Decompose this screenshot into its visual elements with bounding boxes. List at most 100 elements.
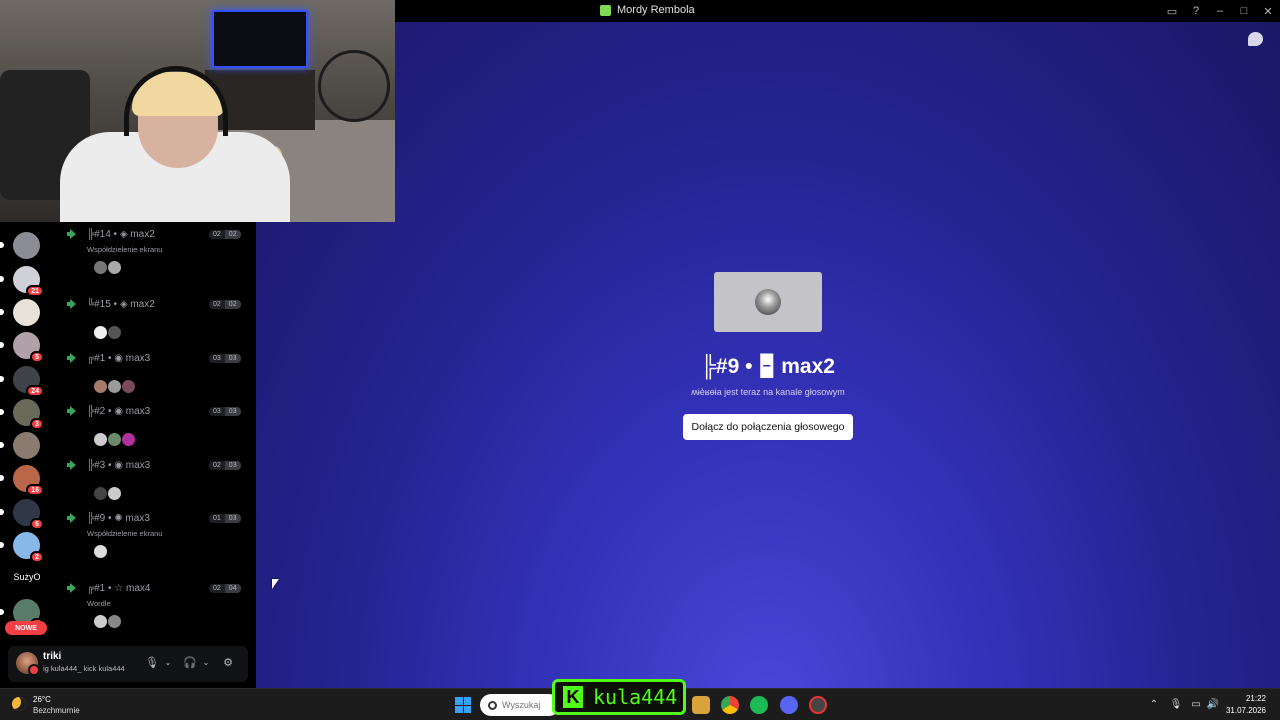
user-avatar[interactable] (93, 432, 108, 447)
server-icon[interactable]: 2 (0, 532, 44, 563)
voice-channel-row[interactable]: ╠#14 • ◈ max2 02 02 (52, 226, 256, 242)
help-icon[interactable]: ? (1184, 0, 1208, 22)
obs-icon[interactable] (809, 696, 827, 714)
audio-options-chevron-icon[interactable]: ⌄ (199, 655, 213, 669)
chat-bubble-icon[interactable] (1248, 32, 1263, 46)
speaker-icon (67, 513, 78, 523)
server-text-icon[interactable]: SużyO (6, 572, 48, 582)
user-avatar[interactable] (93, 378, 108, 394)
mention-badge: 6 (30, 518, 44, 530)
user-count: 01 03 (209, 514, 241, 523)
user-count-current: 02 (209, 584, 225, 593)
voice-channel-row[interactable]: ╠#9 • ✺ max3 01 03 (52, 510, 256, 526)
unread-indicator (0, 342, 4, 348)
join-voice-button[interactable]: Dołącz do połączenia głosowego (683, 414, 853, 440)
server-icon[interactable]: 21 (0, 266, 44, 297)
user-avatar[interactable] (107, 614, 122, 629)
tray-microphone-icon[interactable]: 🎙 (1170, 698, 1183, 710)
speaker-icon (67, 352, 78, 363)
voice-channel-activity: Wordle (87, 599, 111, 608)
tray-volume-icon[interactable]: 🔊 (1207, 698, 1219, 710)
weather-temperature[interactable]: 26°C (33, 695, 51, 704)
clock-time[interactable]: 21:22 (1246, 694, 1266, 703)
voice-channel-row[interactable]: ╔#1 • ☆ max4 02 04 (52, 580, 256, 596)
user-avatar[interactable] (107, 260, 122, 275)
server-icon[interactable]: 16 (0, 465, 44, 496)
spotify-icon[interactable] (750, 696, 768, 714)
server-logo-icon (600, 4, 611, 16)
server-icon[interactable]: 3 (0, 399, 44, 430)
server-icon[interactable]: 6 (0, 499, 44, 530)
unread-indicator (0, 242, 4, 248)
tray-network-icon[interactable]: ▭ (1190, 698, 1202, 710)
user-avatar[interactable] (93, 325, 108, 340)
tray-overflow-chevron-icon[interactable]: ⌃ (1148, 698, 1160, 710)
voice-channel-row[interactable]: ╔#1 • ◉ max3 03 03 (52, 350, 256, 366)
user-avatar[interactable] (93, 260, 108, 275)
user-avatar[interactable] (121, 432, 136, 447)
user-count-limit: 02 (224, 230, 241, 239)
mention-badge: 24 (26, 385, 44, 397)
settings-gear-icon[interactable]: ⚙ (221, 655, 235, 669)
unread-indicator (0, 542, 4, 548)
moon-weather-icon[interactable] (12, 697, 26, 711)
user-status: ig kula444_ kick kula444 (43, 664, 125, 673)
webcam-tv (212, 10, 308, 68)
webcam-fan (318, 50, 390, 122)
voice-channel-stage: ╠#9 • 🁢 max2 ʍɨẻʁɵɨa jest teraz na kanal… (256, 22, 1280, 688)
user-avatar[interactable] (93, 485, 108, 501)
windows-start-icon[interactable] (455, 697, 471, 713)
kick-overlay: K kula444 (552, 679, 686, 715)
headphones-icon[interactable]: 🎧 (183, 655, 197, 669)
voice-channel-users (93, 544, 108, 559)
voice-channel-row[interactable]: ╠#3 • ◉ max3 02 03 (52, 457, 256, 473)
server-icon[interactable] (0, 299, 40, 326)
taskbar-search-input[interactable] (502, 700, 552, 710)
voice-channel-users (93, 260, 122, 275)
user-panel: triki ig kula444_ kick kula444 🎙 ⌄ 🎧 ⌄ ⚙ (8, 646, 248, 682)
weather-condition[interactable]: Bezchmurnie (33, 706, 80, 715)
user-count-current: 03 (209, 353, 225, 363)
kick-username: kula444 (593, 685, 678, 709)
unread-indicator (0, 475, 4, 481)
microphone-icon[interactable]: 🎙 (145, 655, 159, 669)
user-avatar[interactable] (121, 378, 136, 394)
user-avatar[interactable] (16, 652, 40, 676)
unread-indicator (0, 376, 4, 382)
voice-channel-row[interactable]: ╚#15 • ◈ max2 02 02 (52, 296, 256, 312)
server-icon[interactable] (0, 232, 40, 259)
speaker-icon (67, 459, 78, 470)
user-avatar[interactable] (107, 378, 122, 394)
user-avatar[interactable] (107, 485, 122, 501)
minimize-button[interactable]: – (1208, 0, 1232, 22)
chrome-icon[interactable] (721, 696, 739, 714)
participant-card[interactable] (714, 272, 822, 332)
speaker-icon (67, 299, 78, 309)
user-count: 03 03 (209, 353, 241, 363)
voice-channel-list: ╠#14 • ◈ max2 02 02 Współdzielenie ekranu ╚#… (52, 222, 256, 646)
new-unreads-pill[interactable]: NOWE (5, 621, 47, 635)
taskbar-search[interactable] (480, 694, 560, 716)
user-count-limit: 03 (224, 514, 241, 523)
window-titlebar: Mordy Rembola ▭ ? – □ ✕ (395, 0, 1280, 22)
voice-channel-users (93, 614, 122, 629)
user-count-limit: 03 (224, 460, 241, 470)
user-avatar[interactable] (107, 432, 122, 447)
user-avatar[interactable] (93, 544, 108, 559)
close-button[interactable]: ✕ (1256, 0, 1280, 22)
user-avatar[interactable] (107, 325, 122, 340)
mic-options-chevron-icon[interactable]: ⌄ (161, 655, 175, 669)
clock-date[interactable]: 31.07.2026 (1226, 706, 1266, 715)
webcam-overlay (0, 0, 395, 222)
user-count-current: 03 (209, 407, 225, 416)
file-explorer-icon[interactable] (692, 696, 710, 714)
voice-channel-row[interactable]: ╠#2 • ◉ max3 03 03 (52, 403, 256, 419)
discord-icon[interactable] (780, 696, 798, 714)
inbox-icon[interactable]: ▭ (1160, 0, 1184, 22)
server-icon[interactable]: 24 (0, 366, 44, 397)
windows-taskbar: 26°C Bezchmurnie K kula444 ⌃ 🎙 ▭ 🔊 21:22… (0, 679, 1280, 720)
maximize-button[interactable]: □ (1232, 0, 1256, 22)
user-avatar[interactable] (93, 614, 108, 629)
server-icon[interactable]: 5 (0, 332, 44, 363)
server-icon[interactable] (0, 432, 40, 459)
